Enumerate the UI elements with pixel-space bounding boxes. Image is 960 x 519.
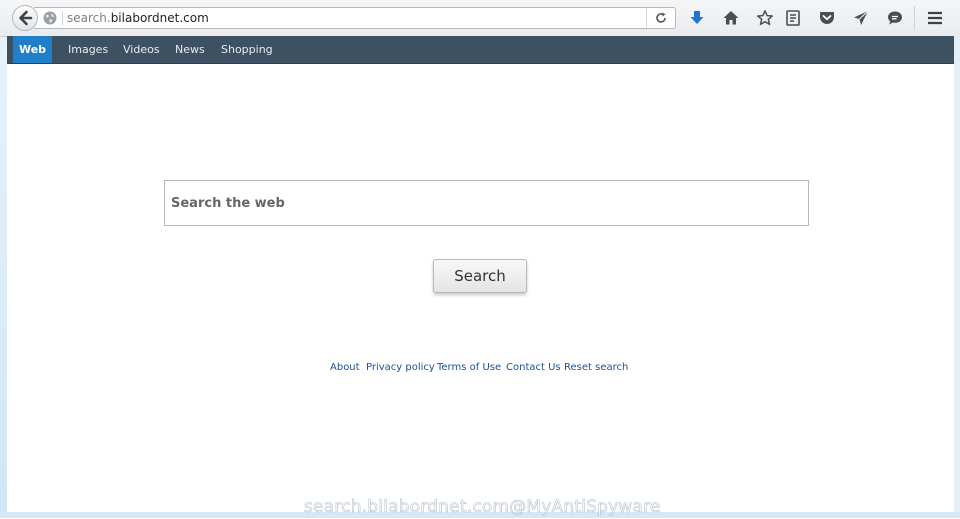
- footer-link-terms-of-use[interactable]: Terms of Use: [437, 362, 501, 374]
- footer-link-contact-us[interactable]: Contact Us: [506, 362, 561, 374]
- category-nav: Web Images Videos News Shopping: [7, 36, 954, 64]
- url-domain: bilabordnet.com: [110, 11, 209, 25]
- nav-tab-videos[interactable]: Videos: [123, 36, 160, 63]
- search-input[interactable]: [165, 181, 808, 225]
- url-subdomain: search.: [67, 11, 111, 25]
- reload-separator: [646, 8, 647, 28]
- browser-toolbar: search.bilabordnet.com: [0, 0, 960, 37]
- send-icon[interactable]: [852, 9, 870, 27]
- back-button[interactable]: [12, 5, 38, 31]
- reload-icon[interactable]: [654, 11, 668, 25]
- hamburger-menu-icon[interactable]: [926, 9, 944, 27]
- address-bar[interactable]: search.bilabordnet.com: [34, 7, 676, 29]
- menu-separator: [914, 6, 915, 30]
- search-box: [164, 180, 809, 226]
- watermark-text: search.bilabordnet.com@MyAntiSpyware: [304, 497, 661, 518]
- download-icon[interactable]: [688, 9, 706, 27]
- reading-list-icon[interactable]: [784, 9, 802, 27]
- nav-tab-news[interactable]: News: [175, 36, 205, 63]
- back-arrow-icon: [19, 10, 33, 26]
- nav-tab-images[interactable]: Images: [68, 36, 108, 63]
- url-separator: [62, 11, 63, 25]
- search-button[interactable]: Search: [433, 259, 527, 293]
- browser-window: search.bilabordnet.com Web Images Videos…: [0, 0, 960, 518]
- footer-link-about[interactable]: About: [330, 362, 360, 374]
- page-viewport: Web Images Videos News Shopping Search A…: [7, 36, 954, 512]
- footer-link-privacy-policy[interactable]: Privacy policy: [366, 362, 435, 374]
- pocket-icon[interactable]: [818, 9, 836, 27]
- window-right-edge: [954, 36, 960, 512]
- footer-link-reset-search[interactable]: Reset search: [564, 362, 628, 374]
- nav-tab-shopping[interactable]: Shopping: [221, 36, 273, 63]
- url-text[interactable]: search.bilabordnet.com: [67, 10, 209, 26]
- chat-icon[interactable]: [886, 9, 904, 27]
- nav-tab-web[interactable]: Web: [13, 36, 52, 63]
- bookmark-star-icon[interactable]: [756, 9, 774, 27]
- home-icon[interactable]: [722, 9, 740, 27]
- globe-icon: [43, 11, 57, 25]
